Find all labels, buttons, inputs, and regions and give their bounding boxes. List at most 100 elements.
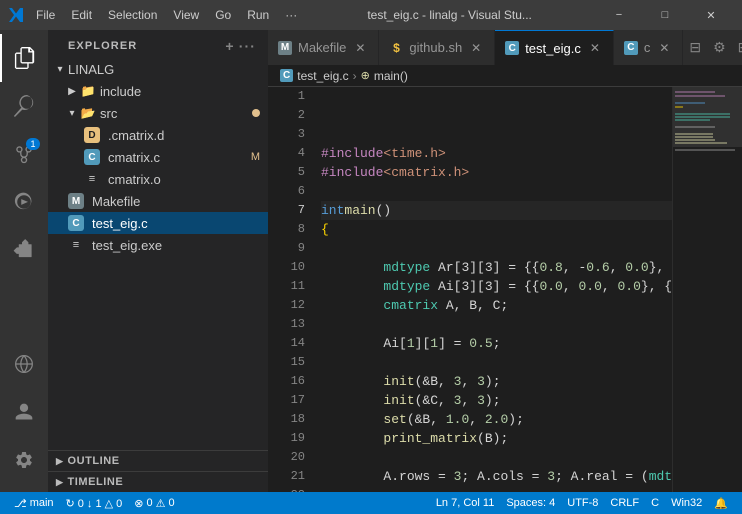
tab-test-eig-icon: C bbox=[505, 41, 519, 55]
extensions-activity-icon[interactable] bbox=[0, 226, 48, 274]
tab-makefile-close[interactable]: ✕ bbox=[352, 40, 368, 56]
close-button[interactable]: ✕ bbox=[688, 0, 734, 30]
menu-selection[interactable]: Selection bbox=[102, 6, 163, 24]
tree-item-cmatrix-c[interactable]: C cmatrix.c M bbox=[48, 146, 268, 168]
code-line-2 bbox=[321, 106, 672, 125]
menu-file[interactable]: File bbox=[30, 6, 61, 24]
breadcrumb-symbol-icon: ⊕ bbox=[361, 69, 370, 82]
code-line-11: mdtype Ai[3][3] = {{0.0, 0.0, 0.0}, {0.0… bbox=[321, 277, 672, 296]
tab-test-eig-label: test_eig.c bbox=[525, 41, 581, 56]
status-position[interactable]: Ln 7, Col 11 bbox=[430, 492, 501, 514]
warning-count: 0 bbox=[169, 497, 175, 509]
status-platform[interactable]: Win32 bbox=[665, 492, 708, 514]
timeline-arrow: ▶ bbox=[56, 477, 63, 488]
status-encoding[interactable]: UTF-8 bbox=[561, 492, 604, 514]
src-label: src bbox=[100, 106, 252, 121]
status-notifications[interactable]: 🔔 bbox=[708, 492, 734, 514]
gear-icon[interactable]: ⚙ bbox=[707, 30, 732, 65]
tree-item-makefile[interactable]: M Makefile bbox=[48, 190, 268, 212]
tree-item-test-eig-c[interactable]: C test_eig.c bbox=[48, 212, 268, 234]
breadcrumb-c-icon: C bbox=[280, 69, 293, 82]
tree-item-cmatrix-o[interactable]: ≡ cmatrix.o bbox=[48, 168, 268, 190]
account-activity-icon[interactable] bbox=[0, 388, 48, 436]
tree-root-linalg[interactable]: ▾ LINALG bbox=[48, 58, 268, 80]
search-activity-icon[interactable] bbox=[0, 82, 48, 130]
tab-c-close[interactable]: ✕ bbox=[656, 40, 672, 56]
line-num-12: 12 bbox=[268, 296, 305, 315]
minimize-button[interactable]: − bbox=[596, 0, 642, 30]
tab-github-close[interactable]: ✕ bbox=[468, 40, 484, 56]
tab-bar: M Makefile ✕ $ github.sh ✕ C test_eig.c … bbox=[268, 30, 742, 65]
error-icon: ⊗ bbox=[134, 497, 143, 510]
status-spaces[interactable]: Spaces: 4 bbox=[500, 492, 561, 514]
position-text: Ln 7, Col 11 bbox=[436, 497, 495, 509]
line-num-2: 2 bbox=[268, 106, 305, 125]
menu-edit[interactable]: Edit bbox=[65, 6, 98, 24]
status-language[interactable]: C bbox=[645, 492, 665, 514]
status-branch[interactable]: ⎇ main bbox=[8, 492, 60, 514]
menu-more[interactable]: ··· bbox=[279, 6, 303, 24]
code-line-20 bbox=[321, 448, 672, 467]
settings-activity-icon[interactable] bbox=[0, 436, 48, 484]
tab-c-label: c bbox=[644, 40, 651, 55]
sidebar-title: EXPLORER bbox=[68, 40, 137, 52]
status-sync[interactable]: ↻ 0 ↓ 1 △ 0 bbox=[60, 492, 129, 514]
tab-makefile-label: Makefile bbox=[298, 40, 346, 55]
line-num-6: 6 bbox=[268, 182, 305, 201]
makefile-label: Makefile bbox=[92, 194, 260, 209]
status-errors[interactable]: ⊗ 0 ⚠ 0 bbox=[128, 492, 180, 514]
tree-item-cmatrix-d[interactable]: D .cmatrix.d bbox=[48, 124, 268, 146]
split-editor-icon[interactable]: ⊟ bbox=[683, 30, 707, 65]
line-ending-text: CRLF bbox=[610, 497, 639, 509]
test-eig-exe-label: test_eig.exe bbox=[92, 238, 260, 253]
sidebar: EXPLORER + ··· ▾ LINALG ▶ 📁 include bbox=[48, 30, 268, 492]
timeline-label: TIMELINE bbox=[67, 476, 123, 488]
breadcrumb-function[interactable]: main() bbox=[374, 69, 408, 83]
line-num-16: 16 bbox=[268, 372, 305, 391]
menu-view[interactable]: View bbox=[167, 6, 205, 24]
maximize-button[interactable]: □ bbox=[642, 0, 688, 30]
tree-item-include[interactable]: ▶ 📁 include bbox=[48, 80, 268, 102]
tab-test-eig-close[interactable]: ✕ bbox=[587, 40, 603, 56]
timeline-section-header[interactable]: ▶ TIMELINE bbox=[48, 471, 268, 492]
title-bar: File Edit Selection View Go Run ··· test… bbox=[0, 0, 742, 30]
code-content[interactable]: #include <time.h> #include <cmatrix.h> i… bbox=[313, 87, 672, 492]
breadcrumb-filename[interactable]: test_eig.c bbox=[297, 69, 348, 83]
minimap bbox=[672, 87, 742, 492]
run-activity-icon[interactable] bbox=[0, 178, 48, 226]
code-line-10: mdtype Ar[3][3] = {{0.8, -0.6, 0.0}, {0.… bbox=[321, 258, 672, 277]
menu-go[interactable]: Go bbox=[209, 6, 237, 24]
bell-icon: 🔔 bbox=[714, 497, 728, 510]
source-control-activity-icon[interactable]: 1 bbox=[0, 130, 48, 178]
tab-test-eig-c[interactable]: C test_eig.c ✕ bbox=[495, 30, 614, 65]
tab-github[interactable]: $ github.sh ✕ bbox=[379, 30, 495, 65]
code-line-5: #include <cmatrix.h> bbox=[321, 163, 672, 182]
sidebar-more-icon[interactable]: ··· bbox=[239, 38, 256, 54]
remote-activity-icon[interactable] bbox=[0, 340, 48, 388]
editor-area: M Makefile ✕ $ github.sh ✕ C test_eig.c … bbox=[268, 30, 742, 492]
tree-item-test-eig-exe[interactable]: ≡ test_eig.exe bbox=[48, 234, 268, 256]
outline-section-header[interactable]: ▶ OUTLINE bbox=[48, 450, 268, 471]
test-eig-c-icon: C bbox=[68, 215, 84, 231]
line-num-20: 20 bbox=[268, 448, 305, 467]
include-arrow: ▶ bbox=[64, 86, 80, 97]
breadcrumb: C test_eig.c › ⊕ main() bbox=[268, 65, 742, 87]
tree-item-src[interactable]: ▾ 📂 src bbox=[48, 102, 268, 124]
new-file-icon[interactable]: + bbox=[225, 38, 234, 54]
branch-icon: ⎇ bbox=[14, 497, 27, 510]
layout-icon[interactable]: ⊞ bbox=[732, 30, 742, 65]
code-line-16: init(&B, 3, 3); bbox=[321, 372, 672, 391]
menu-run[interactable]: Run bbox=[241, 6, 275, 24]
status-line-ending[interactable]: CRLF bbox=[604, 492, 645, 514]
line-num-4: 4 bbox=[268, 144, 305, 163]
code-line-3 bbox=[321, 125, 672, 144]
cmatrix-o-label: cmatrix.o bbox=[108, 172, 260, 187]
explorer-activity-icon[interactable] bbox=[0, 34, 48, 82]
tab-makefile[interactable]: M Makefile ✕ bbox=[268, 30, 379, 65]
tab-c[interactable]: C c ✕ bbox=[614, 30, 684, 65]
code-line-18: set(&B, 1.0, 2.0); bbox=[321, 410, 672, 429]
activity-bar-bottom bbox=[0, 340, 48, 492]
line-num-8: 8 bbox=[268, 220, 305, 239]
menu-bar[interactable]: File Edit Selection View Go Run ··· bbox=[30, 6, 303, 24]
cmatrix-c-icon: C bbox=[84, 149, 100, 165]
